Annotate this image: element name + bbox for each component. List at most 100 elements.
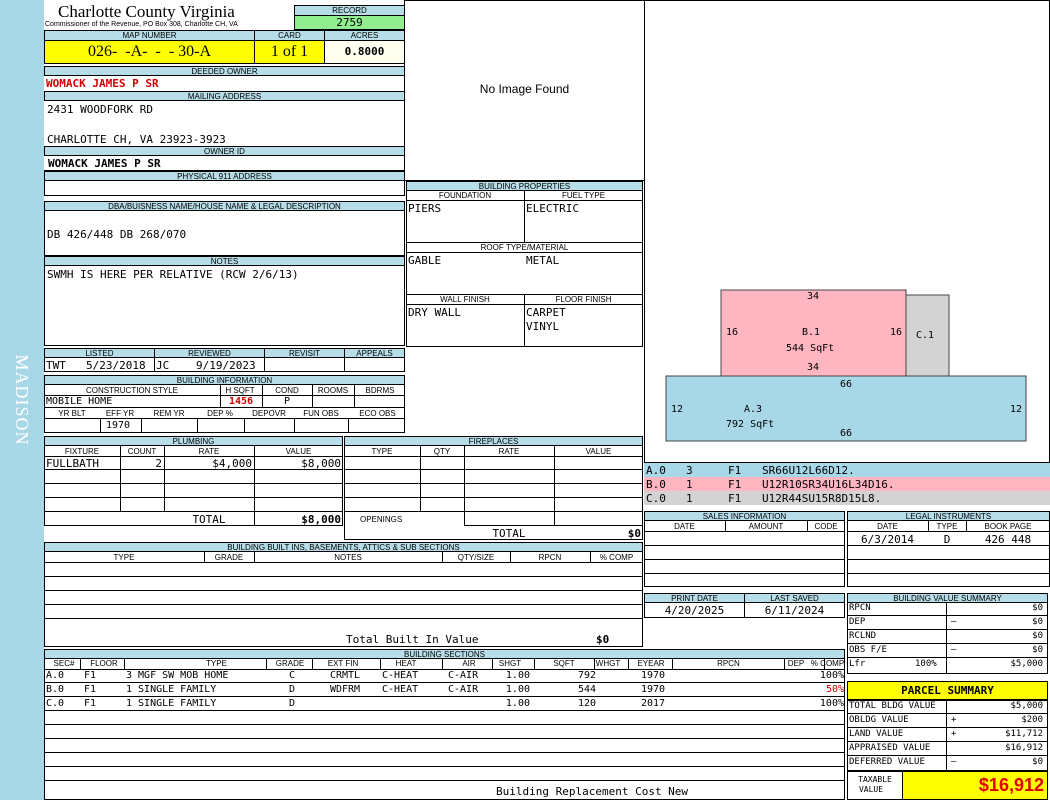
builtin-grade-header: GRADE	[214, 553, 244, 562]
vs-obs-row: OBS F/E – $0	[847, 644, 1047, 658]
vs-rpcn-row: RPCN $0	[847, 602, 1047, 616]
plumbing-fixture-header: FIXTURE	[64, 447, 100, 456]
foundation-label: FOUNDATION	[438, 191, 492, 200]
a3-right-dim: 12	[1010, 404, 1022, 415]
rooms-label: ROOMS	[317, 386, 349, 395]
dep-label: DEP %	[207, 409, 233, 418]
section-header-7: SHGT	[498, 659, 522, 668]
deeded-owner: WOMACK JAMES P SR	[46, 77, 159, 90]
total-bldg-label: TOTAL BLDG VALUE	[849, 701, 936, 711]
built-ins-table	[44, 551, 643, 647]
section-floor: F1	[84, 684, 97, 695]
builtin-qty-header: QTY/SIZE	[457, 553, 495, 562]
roof-material: METAL	[526, 254, 560, 267]
fireplace-total: $0	[627, 527, 641, 540]
deferred-label: DEFERRED VALUE	[849, 757, 925, 767]
section-row: C.0 F1 1 SINGLE FAMILY D 1.00 120 2017 100%	[44, 697, 845, 711]
wall-finish-label: WALL FINISH	[440, 295, 490, 304]
lfr-label: Lfr	[849, 659, 866, 669]
dep-value: $0	[1032, 617, 1043, 627]
lfr-percent: 100%	[915, 659, 937, 669]
section-row: A.0 F1 3 MGF SW MOB HOME C CRMTL C-HEAT C-AIR 1…	[44, 669, 845, 683]
b1-right-dim: 16	[890, 327, 902, 338]
cond-label: COND	[275, 386, 299, 395]
fuel-type-label: FUEL TYPE	[561, 191, 606, 200]
sales-date-header: DATE	[674, 522, 695, 531]
b1-bottom-dim: 34	[807, 362, 819, 373]
total-bldg-value: $5,000	[1010, 701, 1043, 711]
fireplace-openings-label: OPENINGS	[360, 515, 403, 524]
plumbing-count: 2	[155, 457, 162, 470]
vector-sec: C.0	[646, 492, 666, 505]
section-comp: 100%	[819, 698, 844, 709]
vector-row: C.0 1 F1 U12R44SU15R8D15L8.	[644, 491, 1050, 505]
builtin-rpcn-header: RPCN	[538, 553, 562, 562]
plumbing-value: $8,000	[301, 457, 341, 470]
owner-id: WOMACK JAMES P SR	[48, 157, 161, 170]
b1-left-dim: 16	[726, 327, 738, 338]
section-sqft: 792	[577, 670, 596, 681]
section-shgt: 1.00	[505, 698, 530, 709]
obldg-sign: +	[951, 715, 957, 725]
appraised-label: APPRAISED VALUE	[849, 743, 931, 753]
card-number: 1 of 1	[254, 40, 325, 64]
vector-floor: F1	[728, 464, 742, 477]
rclnd-label: RCLND	[849, 631, 877, 641]
fuel-type: ELECTRIC	[526, 202, 579, 215]
dba-text: DB 426/448 DB 268/070	[47, 228, 187, 241]
record-number: 2759	[294, 15, 405, 30]
ps-land-row: LAND VALUE + $11,712	[847, 728, 1047, 742]
section-sec: B.0	[46, 684, 65, 695]
section-row	[44, 725, 845, 739]
plumbing-count-header: COUNT	[127, 447, 157, 456]
section-shgt: 1.00	[505, 670, 530, 681]
section-ext: WDFRM	[329, 684, 361, 695]
section-header-0: SEC#	[53, 659, 75, 668]
legal-date-header: DATE	[877, 522, 898, 531]
floor-finish-2: VINYL	[526, 320, 560, 333]
section-grade: D	[288, 684, 296, 695]
floor-finish-label: FLOOR FINISH	[555, 295, 612, 304]
fireplace-rate-header: RATE	[498, 447, 520, 456]
district-label: MADISON	[12, 354, 32, 446]
roof-type: GABLE	[408, 254, 442, 267]
depovr-label: DEPOVR	[252, 409, 286, 418]
section-header-1: FLOOR	[90, 659, 118, 668]
vector-code: U12R44SU15R8D15L8.	[762, 492, 882, 505]
funobs-label: FUN OBS	[303, 409, 339, 418]
physical-address	[44, 180, 405, 196]
map-number: 026- -A- - - 30-A	[44, 40, 255, 64]
plumbing-rate-header: RATE	[198, 447, 220, 456]
vector-count: 3	[686, 464, 693, 477]
deeded-owner-label: DEEDED OWNER	[44, 66, 405, 76]
dep-sign: –	[951, 617, 957, 627]
dep-value-label: DEP	[849, 617, 866, 627]
section-header-3: GRADE	[275, 659, 305, 668]
section-header-12: DEP	[787, 659, 805, 668]
a3-bottom-dim: 66	[840, 428, 852, 439]
notes-text: SWMH IS HERE PER RELATIVE (RCW 2/6/13)	[47, 268, 299, 281]
hsqft-label: H SQFT	[225, 386, 255, 395]
section-air: C-AIR	[448, 670, 479, 681]
effyr-label: EFF YR	[105, 409, 135, 418]
section-grade: C	[288, 670, 296, 681]
rpcn-value: $0	[1032, 603, 1043, 613]
sales-amount-header: AMOUNT	[748, 522, 784, 531]
listed-date: 5/23/2018	[86, 359, 146, 372]
obldg-value: $200	[1021, 715, 1043, 725]
section-header-5: HEAT	[395, 659, 417, 668]
section-heat: C-HEAT	[382, 684, 419, 695]
last-saved-date: 6/11/2024	[764, 604, 825, 617]
section-row	[44, 767, 845, 781]
legal-book-header: BOOK PAGE	[984, 522, 1032, 531]
vector-floor: F1	[728, 478, 742, 491]
fireplace-total-label: TOTAL	[492, 527, 526, 540]
vs-lfr-row: Lfr 100% $5,000	[847, 658, 1047, 672]
remyr-label: REM YR	[153, 409, 185, 418]
section-floor: F1	[84, 670, 97, 681]
a3-top-dim: 66	[840, 379, 852, 390]
plumbing-fixture: FULLBATH	[46, 457, 99, 470]
section-heat: C-HEAT	[382, 670, 419, 681]
section-shgt: 1.00	[505, 684, 530, 695]
section-sec: C.0	[46, 698, 65, 709]
